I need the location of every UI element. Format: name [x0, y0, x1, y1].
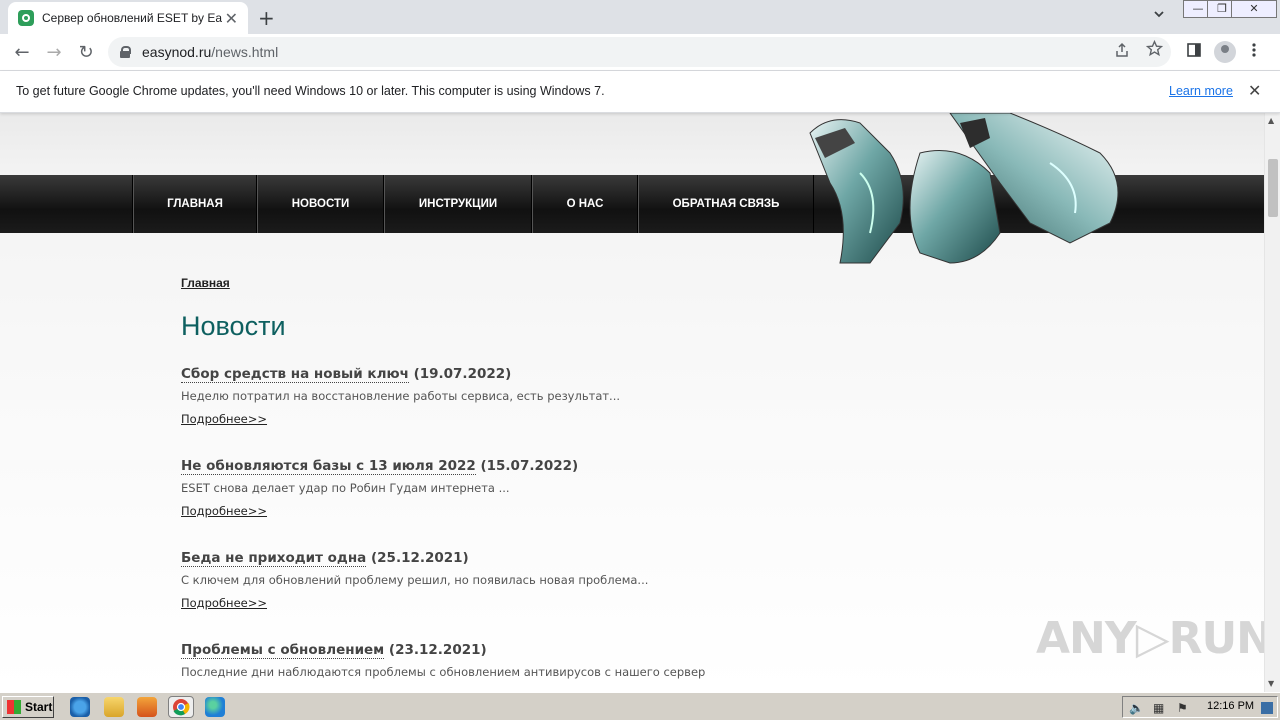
breadcrumb-home-link[interactable]: Главная: [181, 276, 230, 290]
nav-feedback[interactable]: ОБРАТНАЯ СВЯЗЬ: [638, 175, 814, 233]
news-title-link[interactable]: Не обновляются базы с 13 июля 2022: [181, 458, 476, 475]
page-title: Новости: [181, 311, 286, 341]
back-button[interactable]: ←: [11, 42, 33, 63]
menu-kebab-icon[interactable]: [1251, 42, 1257, 62]
news-item: Не обновляются базы с 13 июля 2022 (15.0…: [181, 458, 981, 519]
reload-button[interactable]: ↻: [75, 42, 97, 63]
browser-tab[interactable]: Сервер обновлений ESET by EasyNod ✕: [8, 2, 248, 34]
nav-about[interactable]: О НАС: [532, 175, 638, 233]
close-window-button[interactable]: ✕: [1231, 0, 1277, 18]
read-more-link[interactable]: Подробнее>>: [181, 596, 267, 610]
bookmark-star-icon[interactable]: [1145, 39, 1164, 61]
side-panel-icon[interactable]: [1186, 42, 1202, 62]
read-more-link[interactable]: Подробнее>>: [181, 504, 267, 518]
read-more-link[interactable]: Подробнее>>: [181, 412, 267, 426]
internet-explorer-icon[interactable]: [70, 697, 90, 717]
tab-search-chevron-icon[interactable]: [1152, 7, 1170, 25]
lock-icon[interactable]: [120, 46, 131, 58]
infobar-message: To get future Google Chrome updates, you…: [16, 84, 605, 98]
scrollbar-thumb[interactable]: [1268, 159, 1278, 217]
nav-home[interactable]: ГЛАВНАЯ: [133, 175, 257, 233]
media-player-icon[interactable]: [137, 697, 157, 717]
web-page: ГЛАВНАЯ НОВОСТИ ИНСТРУКЦИИ О НАС ОБРАТНА…: [0, 113, 1264, 692]
news-item: Сбор средств на новый ключ (19.07.2022) …: [181, 366, 981, 427]
profile-avatar[interactable]: [1214, 41, 1236, 63]
robot-banner-image: [809, 113, 1119, 264]
address-bar[interactable]: easynod.ru/news.html: [108, 37, 1171, 67]
news-description: Неделю потратил на восстановление работы…: [181, 389, 621, 403]
forward-button[interactable]: →: [43, 42, 65, 63]
new-tab-button[interactable]: +: [258, 6, 275, 30]
system-tray: 🔈 ▦ ⚑ 12:16 PM: [1122, 696, 1278, 718]
infobar-close-icon[interactable]: ✕: [1248, 81, 1261, 100]
news-date: (15.07.2022): [480, 458, 579, 474]
network-icon[interactable]: ▦: [1153, 701, 1167, 715]
start-button[interactable]: Start: [2, 696, 54, 718]
nav-news[interactable]: НОВОСТИ: [257, 175, 384, 233]
scroll-down-arrow-icon[interactable]: ▼: [1268, 679, 1274, 688]
browser-toolbar: ← → ↻ easynod.ru/news.html: [0, 34, 1280, 71]
share-icon[interactable]: [1114, 42, 1130, 62]
news-description: Последние дни наблюдаются проблемы с обн…: [181, 665, 706, 679]
windows-taskbar: Start 🔈 ▦ ⚑ 12:16 PM: [0, 692, 1280, 720]
file-explorer-icon[interactable]: [104, 697, 124, 717]
news-title-link[interactable]: Сбор средств на новый ключ: [181, 366, 409, 383]
news-date: (19.07.2022): [413, 366, 512, 382]
news-date: (23.12.2021): [388, 642, 487, 658]
edge-icon[interactable]: [205, 697, 225, 717]
scroll-up-arrow-icon[interactable]: ▲: [1268, 116, 1274, 125]
volume-icon[interactable]: 🔈: [1129, 701, 1144, 715]
nav-instructions[interactable]: ИНСТРУКЦИИ: [384, 175, 532, 233]
site-favicon-icon: [18, 10, 34, 26]
action-center-flag-icon[interactable]: ⚑: [1177, 701, 1191, 715]
learn-more-link[interactable]: Learn more: [1169, 84, 1233, 98]
news-title-link[interactable]: Беда не приходит одна: [181, 550, 367, 567]
show-desktop-icon[interactable]: [1261, 702, 1273, 714]
tab-close-icon[interactable]: ✕: [225, 9, 238, 28]
tab-strip: Сервер обновлений ESET by EasyNod ✕ + — …: [0, 0, 1280, 34]
tab-title: Сервер обновлений ESET by EasyNod: [42, 11, 222, 25]
start-label: Start: [25, 700, 53, 714]
news-description: С ключем для обновлений проблему решил, …: [181, 573, 649, 587]
news-item: Беда не приходит одна (25.12.2021) С клю…: [181, 550, 981, 611]
windows-flag-icon: [7, 700, 21, 714]
news-date: (25.12.2021): [370, 550, 469, 566]
news-title-link[interactable]: Проблемы с обновлением: [181, 642, 385, 659]
main-menu: ГЛАВНАЯ НОВОСТИ ИНСТРУКЦИИ О НАС ОБРАТНА…: [132, 175, 814, 233]
news-item: Проблемы с обновлением (23.12.2021) Посл…: [181, 642, 981, 679]
url-host: easynod.ru: [142, 44, 212, 60]
taskbar-clock: 12:16 PM: [1207, 700, 1255, 712]
page-scrollbar[interactable]: ▲ ▼: [1264, 113, 1280, 692]
chrome-taskbar-button[interactable]: [168, 696, 194, 718]
update-infobar: To get future Google Chrome updates, you…: [0, 71, 1280, 113]
url-path: /news.html: [211, 44, 279, 60]
news-description: ESET снова делает удар по Робин Гудам ин…: [181, 481, 510, 495]
anyrun-watermark: ANY▷RUN: [1036, 613, 1264, 664]
